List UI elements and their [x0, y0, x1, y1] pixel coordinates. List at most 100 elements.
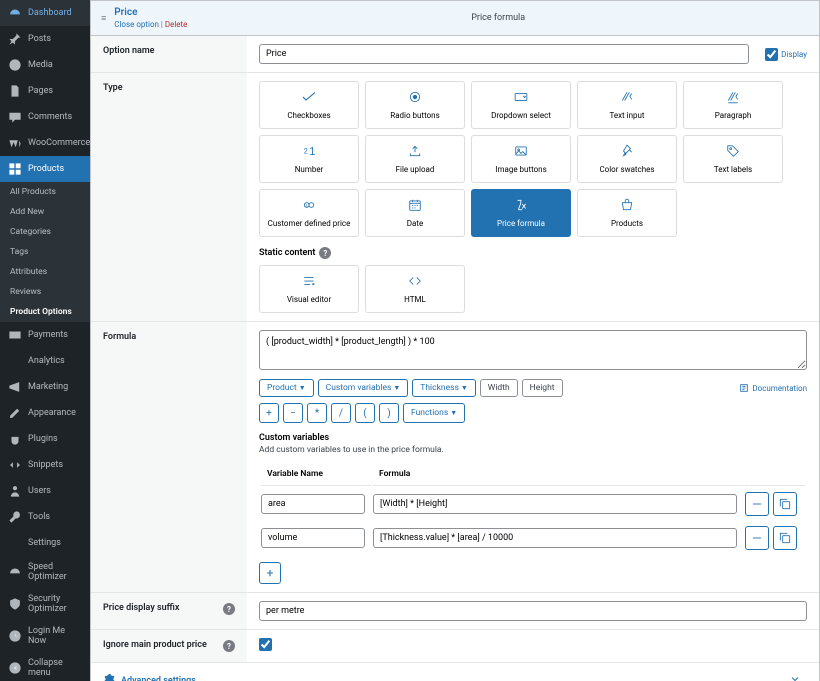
- sidebar-item-snippets[interactable]: Snippets: [0, 452, 90, 478]
- type-dropdown-select[interactable]: Dropdown select: [471, 81, 571, 129]
- sidebar-item-analytics[interactable]: Analytics: [0, 348, 90, 374]
- type-paragraph[interactable]: Paragraph: [683, 81, 783, 129]
- type-text-labels[interactable]: Text labels: [683, 135, 783, 183]
- gear-icon: [103, 673, 115, 681]
- login-icon: [8, 629, 22, 643]
- help-icon[interactable]: ?: [223, 640, 235, 652]
- static-type-visual-editor[interactable]: Visual editor: [259, 265, 359, 313]
- sidebar-item-payments[interactable]: Payments: [0, 322, 90, 348]
- type-text-input[interactable]: Text input: [577, 81, 677, 129]
- divide-operator[interactable]: /: [331, 403, 351, 423]
- marketing-icon: [8, 380, 22, 394]
- submenu-item-all-products[interactable]: All Products: [0, 182, 90, 202]
- type-image-buttons[interactable]: Image buttons: [471, 135, 571, 183]
- copy-var-button[interactable]: [773, 492, 797, 516]
- type-checkboxes[interactable]: Checkboxes: [259, 81, 359, 129]
- delete-option-link[interactable]: Delete: [165, 20, 188, 29]
- type-price-formula[interactable]: Price formula: [471, 189, 571, 237]
- custom-vars-dropdown[interactable]: Custom variables▼: [318, 379, 409, 397]
- svg-text:$: $: [306, 203, 308, 208]
- suffix-label: Price display suffix: [103, 603, 179, 613]
- sidebar-item-woocommerce[interactable]: WooCommerce: [0, 130, 90, 156]
- type-products[interactable]: Products: [577, 189, 677, 237]
- var-formula-header: Formula: [373, 463, 743, 486]
- visual-icon: [300, 274, 318, 291]
- custom-vars-desc: Add custom variables to use in the price…: [259, 445, 807, 455]
- sidebar-item-products[interactable]: Products: [0, 156, 90, 182]
- sidebar-item-media[interactable]: Media: [0, 52, 90, 78]
- help-icon[interactable]: ?: [223, 603, 235, 615]
- type-color-swatches[interactable]: Color swatches: [577, 135, 677, 183]
- sidebar-item-collapse-menu[interactable]: Collapse menu: [0, 652, 90, 681]
- var-formula-input[interactable]: [373, 494, 737, 514]
- help-icon[interactable]: ?: [319, 247, 331, 259]
- sidebar-item-posts[interactable]: Posts: [0, 26, 90, 52]
- radio-icon: [406, 90, 424, 107]
- remove-var-button[interactable]: [745, 492, 769, 516]
- type-date[interactable]: Date: [365, 189, 465, 237]
- sidebar-item-pages[interactable]: Pages: [0, 78, 90, 104]
- type-radio-buttons[interactable]: Radio buttons: [365, 81, 465, 129]
- main-content: ≡ Price Close option | Delete Price form…: [90, 0, 820, 681]
- display-checkbox[interactable]: [765, 48, 778, 61]
- sidebar-item-plugins[interactable]: Plugins: [0, 426, 90, 452]
- remove-var-button[interactable]: [745, 526, 769, 550]
- sidebar-item-marketing[interactable]: Marketing: [0, 374, 90, 400]
- var-name-input[interactable]: [261, 494, 365, 514]
- paragraph-icon: [724, 90, 742, 107]
- documentation-link[interactable]: Documentation: [739, 379, 807, 397]
- var-name-input[interactable]: [261, 528, 365, 548]
- sidebar-item-dashboard[interactable]: Dashboard: [0, 0, 90, 26]
- advanced-settings-toggle[interactable]: Advanced settings: [91, 663, 819, 681]
- close-paren[interactable]: ): [379, 403, 399, 423]
- admin-sidebar: DashboardPostsMediaPagesCommentsWooComme…: [0, 0, 90, 681]
- sidebar-item-comments[interactable]: Comments: [0, 104, 90, 130]
- dropdown-icon: [512, 90, 530, 107]
- submenu-item-categories[interactable]: Categories: [0, 222, 90, 242]
- type-file-upload[interactable]: File upload: [365, 135, 465, 183]
- var-name-header: Variable Name: [261, 463, 371, 486]
- multiply-operator[interactable]: *: [307, 403, 327, 423]
- formula-textarea[interactable]: [259, 330, 807, 370]
- check-icon: [300, 90, 318, 107]
- ignore-checkbox[interactable]: [259, 638, 272, 651]
- analytics-icon: [8, 354, 22, 368]
- submenu-item-tags[interactable]: Tags: [0, 242, 90, 262]
- functions-dropdown[interactable]: Functions▼: [403, 403, 465, 423]
- appearance-icon: [8, 406, 22, 420]
- static-content-label: Static content: [259, 248, 315, 258]
- plus-operator[interactable]: +: [259, 403, 279, 423]
- number-icon: 2: [300, 144, 318, 161]
- submenu-item-product-options[interactable]: Product Options: [0, 302, 90, 322]
- option-name-input[interactable]: [259, 44, 749, 64]
- collapse-icon[interactable]: ≡: [101, 13, 106, 24]
- suffix-input[interactable]: [259, 601, 807, 621]
- sidebar-item-appearance[interactable]: Appearance: [0, 400, 90, 426]
- sidebar-item-settings[interactable]: Settings: [0, 530, 90, 556]
- minus-operator[interactable]: −: [283, 403, 303, 423]
- product-dropdown[interactable]: Product▼: [259, 379, 314, 397]
- sidebar-item-speed-optimizer[interactable]: Speed Optimizer: [0, 556, 90, 588]
- pin-icon: [8, 32, 22, 46]
- add-variable-button[interactable]: +: [259, 562, 281, 584]
- sidebar-item-users[interactable]: Users: [0, 478, 90, 504]
- thickness-dropdown[interactable]: Thickness▼: [412, 379, 476, 397]
- sidebar-item-tools[interactable]: Tools: [0, 504, 90, 530]
- static-type-html[interactable]: HTML: [365, 265, 465, 313]
- width-button[interactable]: Width: [480, 379, 518, 397]
- submenu-item-attributes[interactable]: Attributes: [0, 262, 90, 282]
- display-checkbox-wrap[interactable]: Display: [765, 48, 807, 61]
- sidebar-item-login-me-now[interactable]: Login Me Now: [0, 620, 90, 652]
- type-customer-defined-price[interactable]: $Customer defined price: [259, 189, 359, 237]
- submenu-item-reviews[interactable]: Reviews: [0, 282, 90, 302]
- copy-var-button[interactable]: [773, 526, 797, 550]
- var-formula-input[interactable]: [373, 528, 737, 548]
- open-paren[interactable]: (: [355, 403, 375, 423]
- plugins-icon: [8, 432, 22, 446]
- height-button[interactable]: Height: [522, 379, 563, 397]
- type-number[interactable]: 2Number: [259, 135, 359, 183]
- sidebar-item-security-optimizer[interactable]: Security Optimizer: [0, 588, 90, 620]
- color-icon: [618, 144, 636, 161]
- close-option-link[interactable]: Close option: [114, 20, 159, 29]
- submenu-item-add-new[interactable]: Add New: [0, 202, 90, 222]
